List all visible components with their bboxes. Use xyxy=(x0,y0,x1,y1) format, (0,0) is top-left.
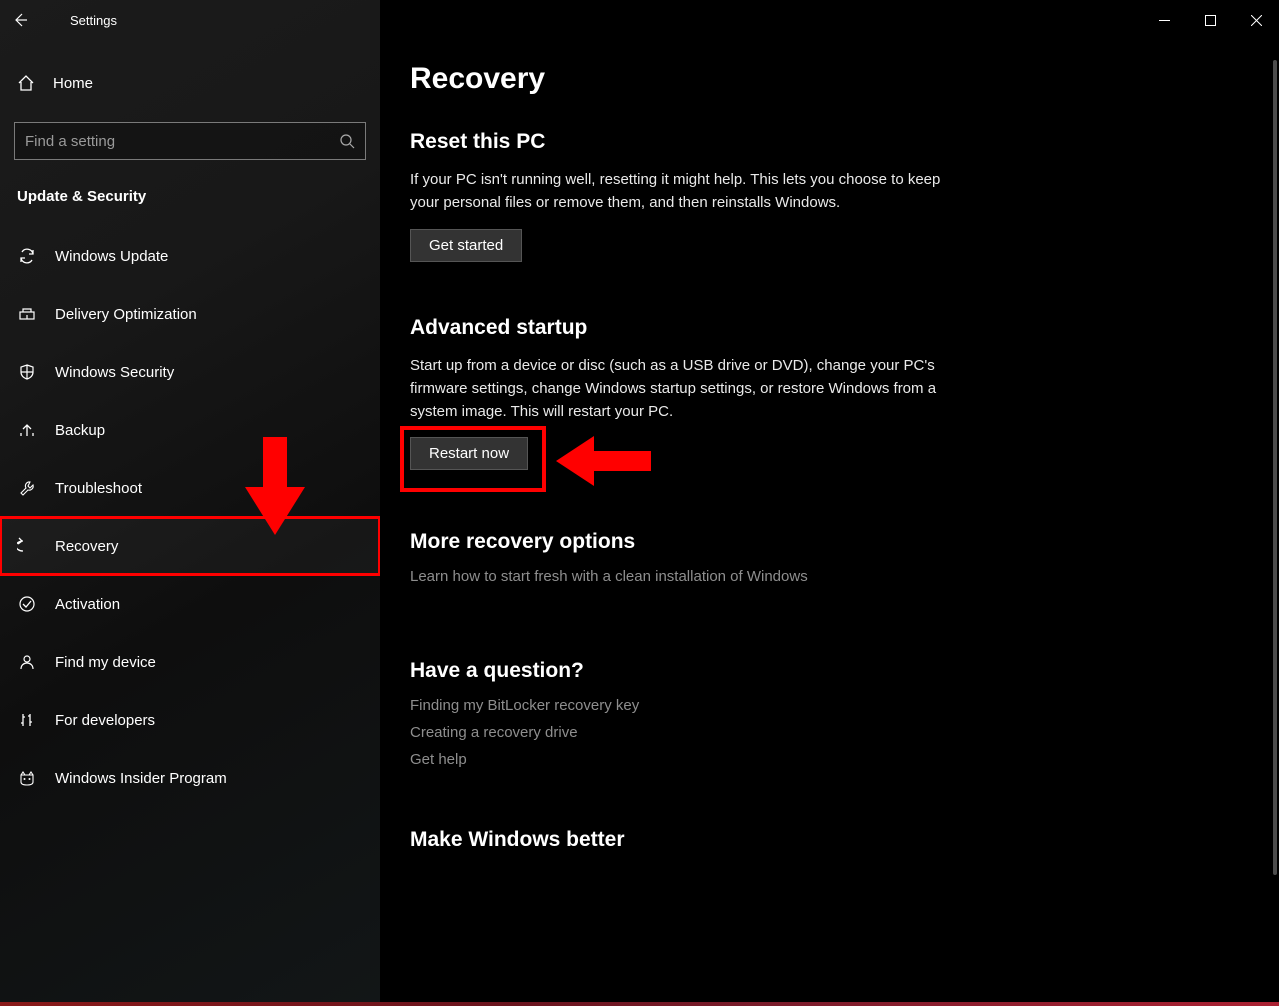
window-title: Settings xyxy=(40,13,117,28)
reset-pc-heading: Reset this PC xyxy=(410,130,970,154)
checkmark-circle-icon xyxy=(17,594,37,614)
arrow-left-icon xyxy=(12,12,28,28)
maximize-icon xyxy=(1205,15,1216,26)
sidebar-item-troubleshoot[interactable]: Troubleshoot xyxy=(0,459,380,517)
advanced-startup-body: Start up from a device or disc (such as … xyxy=(410,354,970,424)
more-recovery-section: More recovery options Learn how to start… xyxy=(410,530,970,585)
question-link-get-help[interactable]: Get help xyxy=(410,751,970,768)
wrench-icon xyxy=(17,478,37,498)
home-label: Home xyxy=(53,75,93,92)
sidebar-item-label: Delivery Optimization xyxy=(55,306,197,323)
sidebar-item-delivery-optimization[interactable]: Delivery Optimization xyxy=(0,285,380,343)
restart-now-button[interactable]: Restart now xyxy=(410,437,528,470)
question-link-bitlocker[interactable]: Finding my BitLocker recovery key xyxy=(410,697,970,714)
sidebar-section-header: Update & Security xyxy=(0,178,380,227)
reset-pc-body: If your PC isn't running well, resetting… xyxy=(410,168,970,215)
more-recovery-link[interactable]: Learn how to start fresh with a clean in… xyxy=(410,568,970,585)
sidebar-item-activation[interactable]: Activation xyxy=(0,575,380,633)
sidebar-item-label: Windows Update xyxy=(55,248,168,265)
window-controls xyxy=(1141,5,1279,35)
sidebar-item-label: Windows Security xyxy=(55,364,174,381)
close-button[interactable] xyxy=(1233,5,1279,35)
sidebar-item-label: Troubleshoot xyxy=(55,480,142,497)
have-question-heading: Have a question? xyxy=(410,659,970,683)
bottom-edge-strip xyxy=(0,1002,1279,1006)
make-windows-better-section: Make Windows better xyxy=(410,828,970,852)
home-button[interactable]: Home xyxy=(0,60,380,106)
have-question-section: Have a question? Finding my BitLocker re… xyxy=(410,659,970,768)
sidebar-item-backup[interactable]: Backup xyxy=(0,401,380,459)
search-input[interactable] xyxy=(25,133,339,150)
search-icon xyxy=(339,133,355,149)
sidebar-item-windows-security[interactable]: Windows Security xyxy=(0,343,380,401)
sidebar-nav-list: Windows Update Delivery Optimization Win… xyxy=(0,227,380,807)
sidebar-item-label: Backup xyxy=(55,422,105,439)
advanced-startup-section: Advanced startup Start up from a device … xyxy=(410,316,970,471)
minimize-button[interactable] xyxy=(1141,5,1187,35)
close-icon xyxy=(1251,15,1262,26)
sidebar-item-label: Windows Insider Program xyxy=(55,770,227,787)
titlebar: Settings xyxy=(0,0,1279,40)
recovery-icon xyxy=(17,536,37,556)
sidebar: Home Update & Security Windows Update De… xyxy=(0,0,380,1006)
location-person-icon xyxy=(17,652,37,672)
back-button[interactable] xyxy=(0,0,40,40)
advanced-startup-heading: Advanced startup xyxy=(410,316,970,340)
make-windows-better-heading: Make Windows better xyxy=(410,828,970,852)
sidebar-item-label: Activation xyxy=(55,596,120,613)
main-content: Recovery Reset this PC If your PC isn't … xyxy=(380,0,1279,1006)
tools-icon xyxy=(17,710,37,730)
annotation-arrow-right xyxy=(556,436,651,486)
more-recovery-heading: More recovery options xyxy=(410,530,970,554)
minimize-icon xyxy=(1159,15,1170,26)
home-icon xyxy=(17,74,35,92)
search-input-container[interactable] xyxy=(14,122,366,160)
shield-icon xyxy=(17,362,37,382)
maximize-button[interactable] xyxy=(1187,5,1233,35)
question-link-recovery-drive[interactable]: Creating a recovery drive xyxy=(410,724,970,741)
sidebar-item-label: Recovery xyxy=(55,538,118,555)
get-started-button[interactable]: Get started xyxy=(410,229,522,262)
page-title: Recovery xyxy=(410,62,1279,96)
sidebar-item-recovery[interactable]: Recovery xyxy=(0,517,380,575)
sidebar-item-label: Find my device xyxy=(55,654,156,671)
backup-icon xyxy=(17,420,37,440)
vertical-scrollbar[interactable] xyxy=(1265,60,1279,986)
sidebar-item-windows-update[interactable]: Windows Update xyxy=(0,227,380,285)
scrollbar-thumb[interactable] xyxy=(1273,60,1277,875)
delivery-icon xyxy=(17,304,37,324)
ninja-cat-icon xyxy=(17,768,37,788)
reset-pc-section: Reset this PC If your PC isn't running w… xyxy=(410,130,970,262)
sidebar-item-label: For developers xyxy=(55,712,155,729)
sync-icon xyxy=(17,246,37,266)
sidebar-item-windows-insider[interactable]: Windows Insider Program xyxy=(0,749,380,807)
sidebar-item-for-developers[interactable]: For developers xyxy=(0,691,380,749)
sidebar-item-find-my-device[interactable]: Find my device xyxy=(0,633,380,691)
